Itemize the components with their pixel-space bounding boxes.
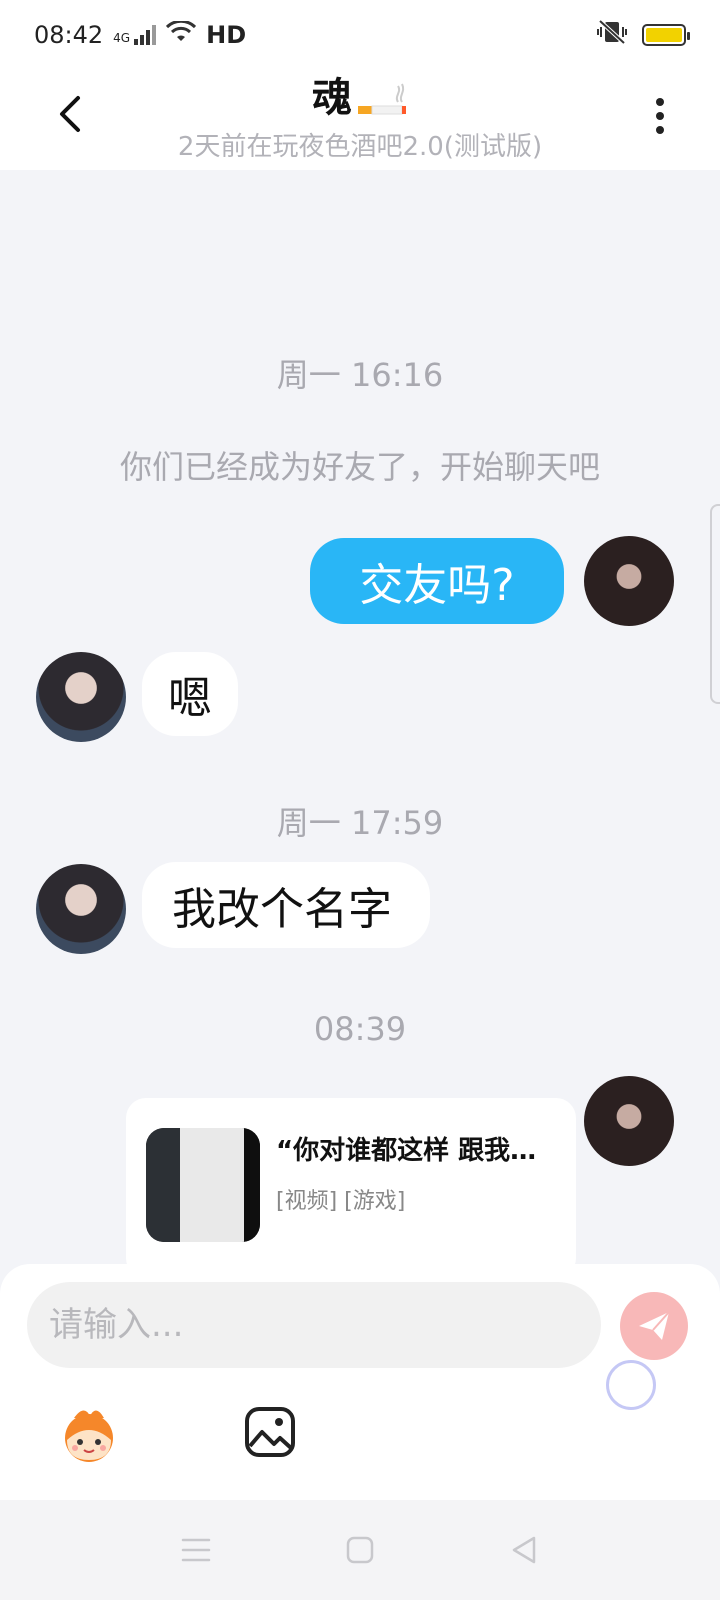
chat-header: 魂 2天前在玩夜色酒吧2.0(测试版)	[0, 70, 720, 170]
more-dot	[656, 112, 664, 120]
emoji-button[interactable]	[56, 1404, 122, 1464]
timestamp: 08:39	[313, 1010, 407, 1048]
send-button[interactable]	[620, 1292, 688, 1360]
message-text: 我改个名字	[172, 884, 392, 935]
status-bar: 08:42 4G HD	[0, 0, 720, 70]
contact-name[interactable]: 魂	[312, 70, 408, 126]
network-icon: 4G	[113, 25, 157, 45]
more-dot	[656, 126, 664, 134]
friend-avatar[interactable]	[36, 652, 126, 742]
mascot-emoji-icon	[65, 1410, 113, 1462]
network-label: 4G	[113, 31, 131, 45]
image-button[interactable]	[244, 1406, 296, 1458]
paper-plane-icon	[639, 1311, 670, 1340]
home-square-icon	[346, 1536, 374, 1564]
more-button[interactable]	[648, 94, 672, 138]
friend-avatar[interactable]	[36, 864, 126, 954]
my-avatar[interactable]	[584, 536, 674, 626]
my-message-bubble[interactable]: 交友吗?	[310, 538, 564, 624]
system-message: 你们已经成为好友了，开始聊天吧	[119, 448, 600, 486]
nav-menu-button[interactable]	[178, 1532, 214, 1568]
share-thumbnail	[146, 1128, 260, 1242]
message-text: 交友吗?	[359, 560, 515, 611]
more-dot	[656, 98, 664, 106]
status-time: 08:42	[34, 21, 104, 49]
status-right	[596, 19, 690, 51]
share-text: “你对谁都这样 跟我讲... [视频] [游戏]	[276, 1128, 556, 1248]
share-title: “你对谁都这样 跟我讲...	[276, 1136, 556, 1166]
contact-name-text: 魂	[312, 75, 352, 121]
shared-content-card[interactable]: “你对谁都这样 跟我讲... [视频] [游戏]	[126, 1098, 576, 1278]
input-panel	[0, 1264, 720, 1500]
share-tags: [视频] [游戏]	[276, 1189, 406, 1214]
status-left: 08:42 4G HD	[34, 19, 247, 49]
friend-message-bubble[interactable]: 我改个名字	[142, 862, 430, 948]
timestamp: 周一 16:16	[276, 356, 444, 394]
my-avatar[interactable]	[584, 1076, 674, 1166]
menu-icon	[181, 1538, 211, 1562]
image-icon	[245, 1407, 295, 1457]
edge-panel-handle[interactable]	[710, 504, 720, 704]
cigarette-icon	[358, 83, 406, 115]
wifi-icon	[166, 19, 197, 49]
contact-status: 2天前在玩夜色酒吧2.0(测试版)	[177, 132, 543, 162]
friend-message-bubble[interactable]: 嗯	[142, 652, 238, 736]
chat-screen: 08:42 4G HD 魂 2天前在玩夜色酒吧2.0(测试版) 周一 16:16…	[0, 0, 720, 1600]
floating-ring-button[interactable]	[606, 1360, 656, 1410]
message-text: 嗯	[168, 673, 212, 724]
title-wrap: 魂 2天前在玩夜色酒吧2.0(测试版)	[0, 70, 720, 166]
vibrate-icon	[596, 19, 628, 51]
battery-icon	[642, 24, 690, 46]
nav-back-button[interactable]	[506, 1532, 542, 1568]
battery-fill	[646, 28, 682, 42]
back-triangle-icon	[512, 1536, 536, 1564]
message-input[interactable]	[27, 1282, 601, 1368]
hd-label: HD	[206, 21, 247, 49]
timestamp: 周一 17:59	[276, 804, 444, 842]
nav-home-button[interactable]	[342, 1532, 378, 1568]
system-nav-bar	[0, 1500, 720, 1600]
